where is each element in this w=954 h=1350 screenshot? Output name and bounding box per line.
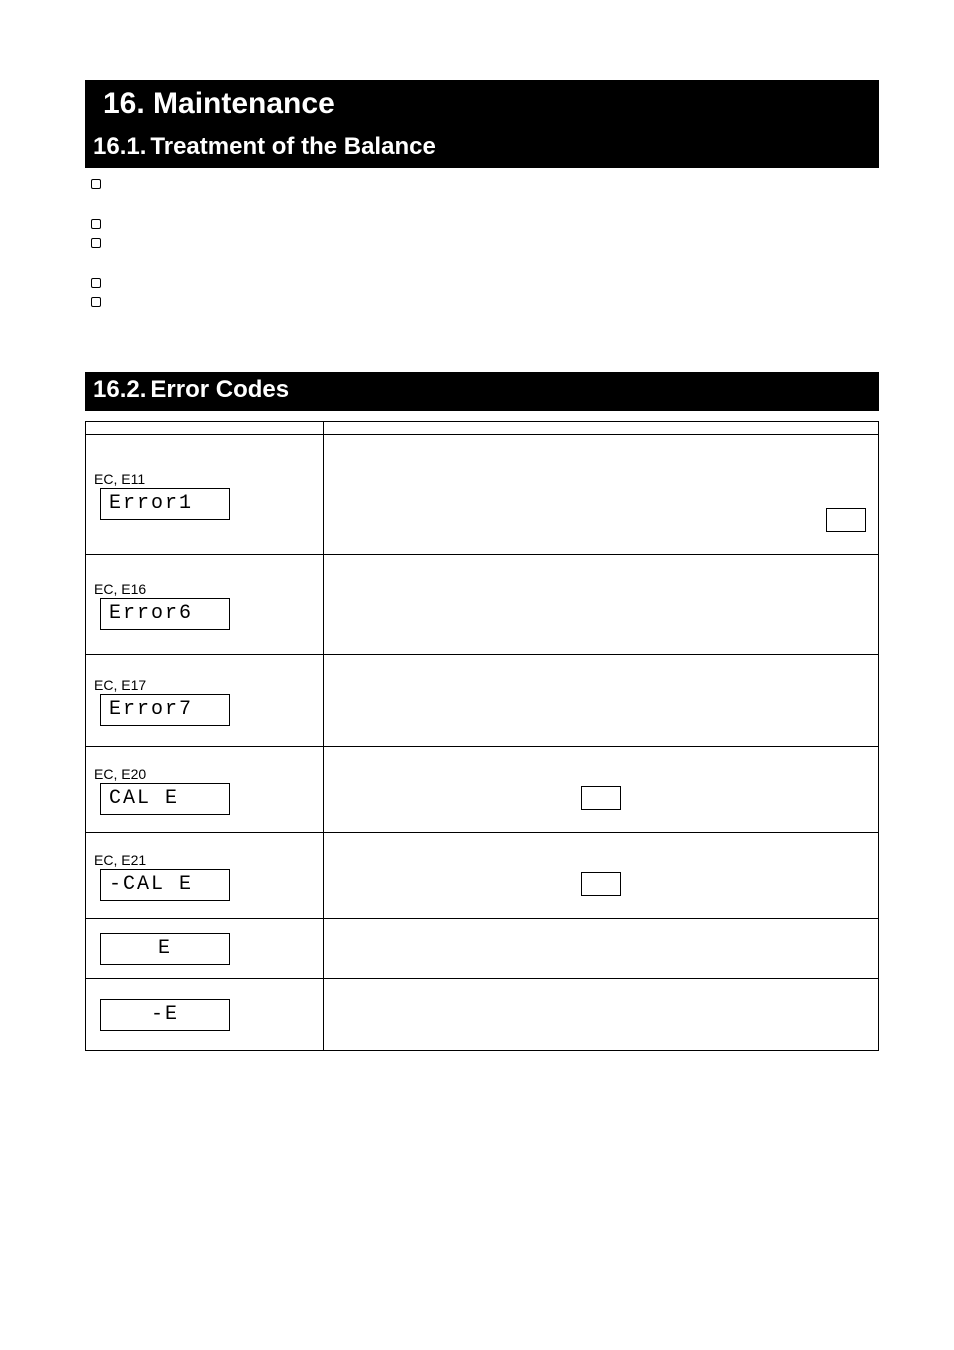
- section-title: Treatment of the Balance: [150, 133, 435, 160]
- description-cell: [323, 833, 878, 919]
- table-row: EC, E21 -CAL E: [86, 833, 879, 919]
- section-number: 16.1.: [93, 133, 146, 160]
- table-row: EC, E20 CAL E: [86, 747, 879, 833]
- key-box: [581, 872, 621, 896]
- display-cell: EC, E11 Error1: [86, 435, 324, 555]
- display-cell: EC, E17 Error7: [86, 655, 324, 747]
- lcd-display: -CAL E: [100, 869, 230, 901]
- table-row: -E: [86, 979, 879, 1051]
- section-16-1-heading: 16.1.Treatment of the Balance: [85, 129, 879, 168]
- bullet-icon: [91, 278, 101, 288]
- bullet-text: [111, 176, 879, 210]
- display-cell: EC, E21 -CAL E: [86, 833, 324, 919]
- bullet-icon: [91, 238, 101, 248]
- bullet-text: [111, 294, 879, 328]
- key-box: [826, 508, 866, 532]
- bullet-icon: [91, 219, 101, 229]
- bullet-icon: [91, 297, 101, 307]
- table-row: EC, E16 Error6: [86, 555, 879, 655]
- list-item: [91, 275, 879, 288]
- chapter-heading: 16. Maintenance: [85, 80, 879, 129]
- description-cell: [323, 747, 878, 833]
- list-item: [91, 294, 879, 328]
- description-cell: [323, 655, 878, 747]
- lcd-display: Error1: [100, 488, 230, 520]
- table-row: E: [86, 919, 879, 979]
- list-item: [91, 176, 879, 210]
- list-item: [91, 235, 879, 269]
- error-codes-table: EC, E11 Error1 EC, E16 Error6 EC, E17 Er…: [85, 421, 879, 1051]
- lcd-display: CAL E: [100, 783, 230, 815]
- col-description: [323, 422, 878, 435]
- lcd-display: -E: [100, 999, 230, 1031]
- lcd-display: E: [100, 933, 230, 965]
- key-box: [581, 786, 621, 810]
- error-code-text: EC, E16: [94, 581, 146, 597]
- display-cell: -E: [86, 979, 324, 1051]
- bullet-icon: [91, 179, 101, 189]
- description-cell: [323, 919, 878, 979]
- section-title: Error Codes: [150, 376, 289, 403]
- section-16-2-heading: 16.2.Error Codes: [85, 372, 879, 411]
- treatment-bullet-list: [85, 176, 879, 328]
- error-code-text: EC, E20: [94, 766, 146, 782]
- table-row: EC, E11 Error1: [86, 435, 879, 555]
- description-cell: [323, 435, 878, 555]
- display-cell: EC, E20 CAL E: [86, 747, 324, 833]
- bullet-text: [111, 235, 879, 269]
- table-row: EC, E17 Error7: [86, 655, 879, 747]
- description-cell: [323, 979, 878, 1051]
- error-code-text: EC, E21: [94, 852, 146, 868]
- description-cell: [323, 555, 878, 655]
- col-display: [86, 422, 324, 435]
- section-number: 16.2.: [93, 376, 146, 403]
- display-cell: E: [86, 919, 324, 979]
- lcd-display: Error6: [100, 598, 230, 630]
- lcd-display: Error7: [100, 694, 230, 726]
- display-cell: EC, E16 Error6: [86, 555, 324, 655]
- error-code-text: EC, E11: [94, 471, 145, 487]
- error-code-text: EC, E17: [94, 677, 146, 693]
- list-item: [91, 216, 879, 229]
